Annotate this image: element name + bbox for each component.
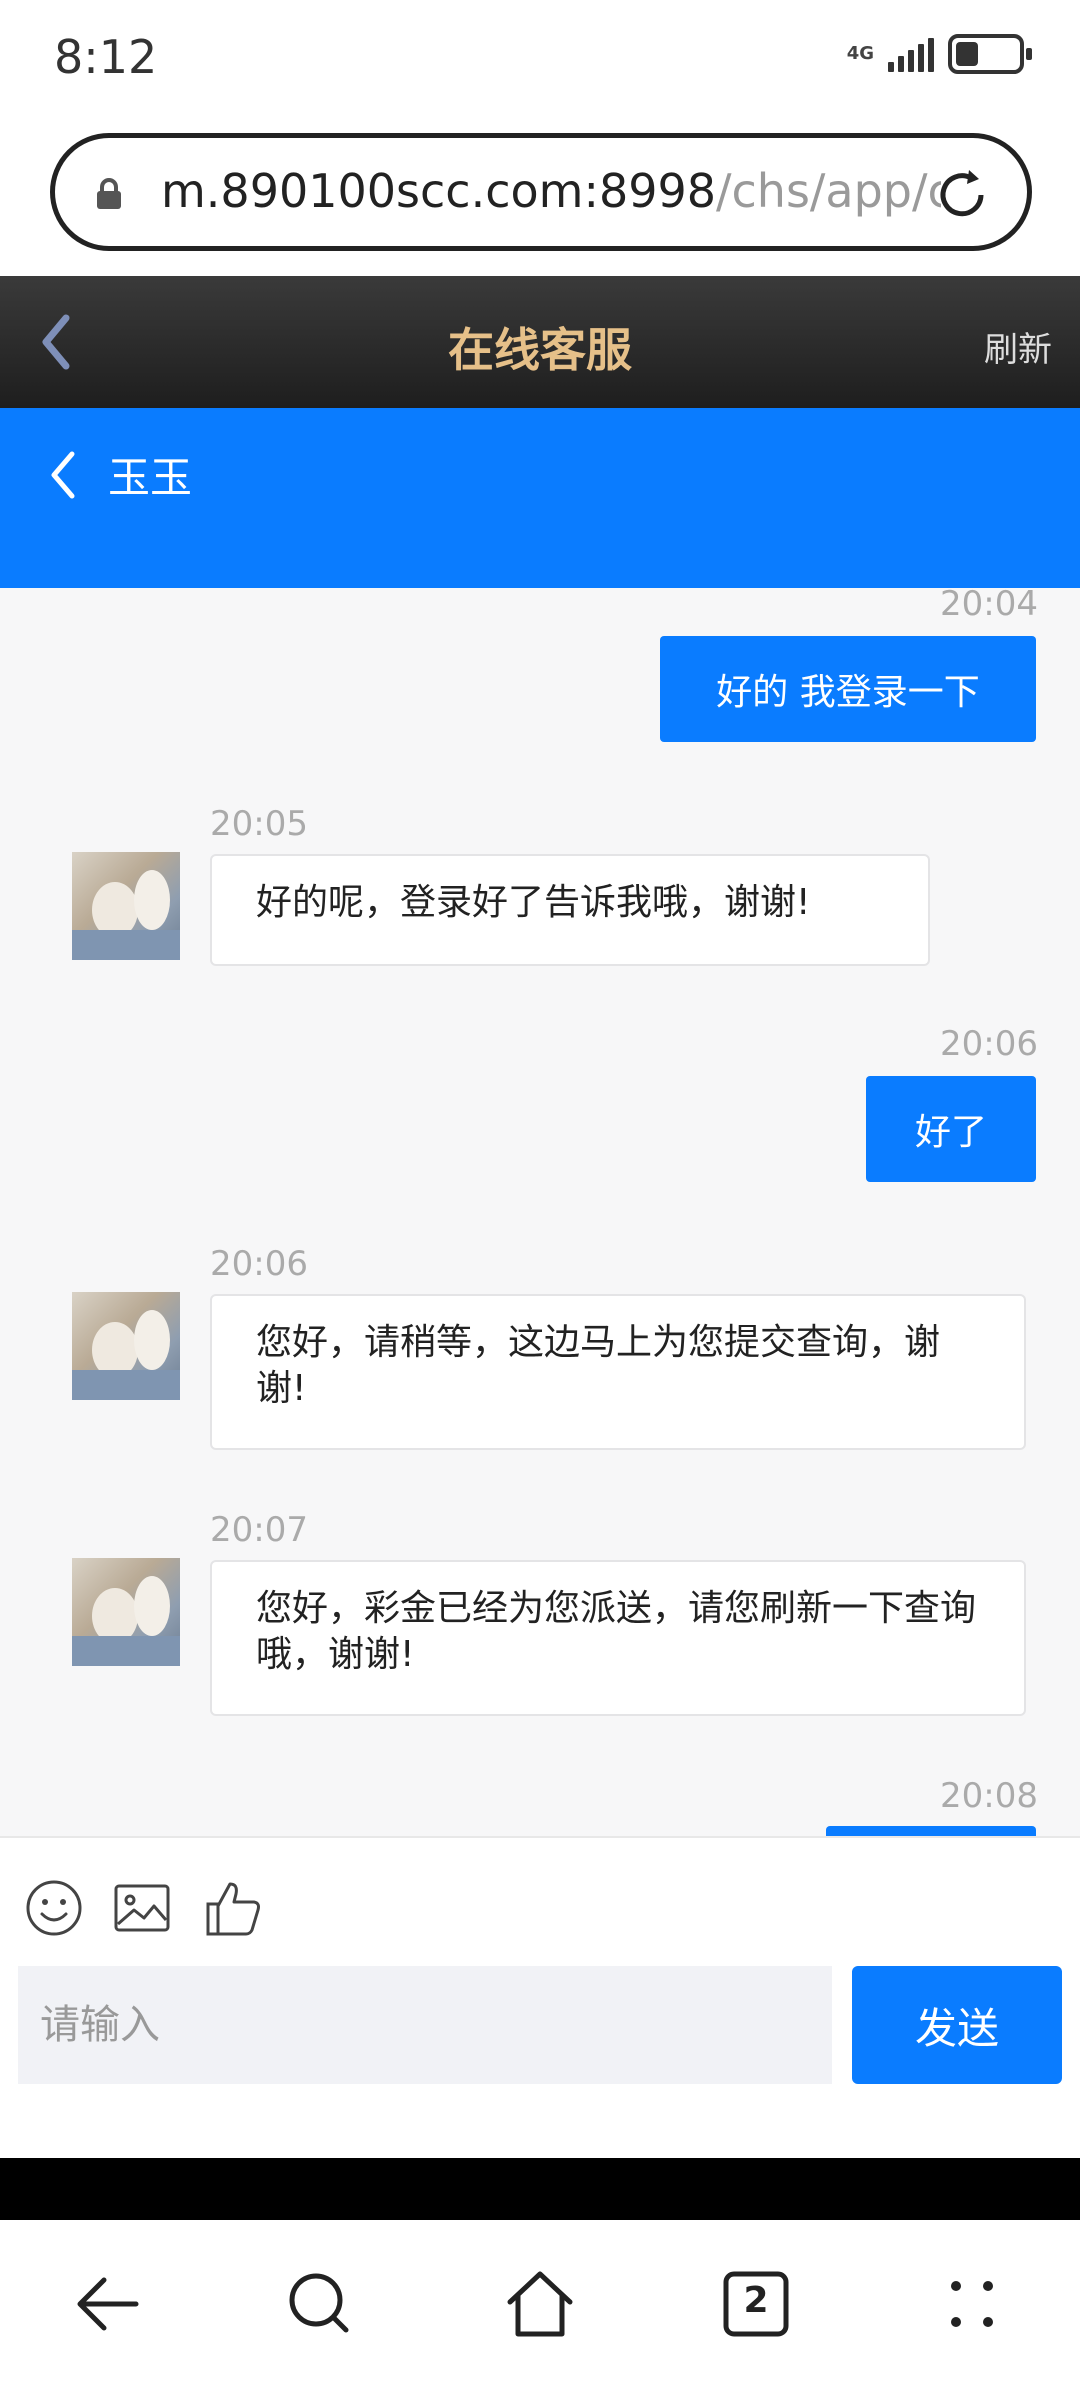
message-time: 20:04 [940,588,1038,624]
avatar [72,1558,180,1666]
outgoing-message: 好的 我登录一下 [660,636,1036,742]
url-path: /chs/app/c [716,164,941,218]
thumbs-up-icon[interactable] [204,1878,264,1938]
home-icon[interactable] [502,2266,578,2342]
composer: 发送 [0,1836,1080,2158]
message-time: 20:06 [210,1244,308,1284]
message-time: 20:08 [940,1776,1038,1816]
lock-icon [97,178,121,209]
network-type-label: 4G [846,43,874,64]
browser-nav-bar: 2 [0,2220,1080,2388]
url-host: m.890100scc.com:8998 [161,164,717,218]
status-time: 8:12 [54,30,158,84]
emoji-icon[interactable] [24,1878,84,1938]
chat-back-icon[interactable] [48,448,78,502]
agent-name: 玉玉 [108,453,193,502]
divider [0,2158,1080,2220]
outgoing-message: 好了 [866,1076,1036,1182]
url-text[interactable]: m.890100scc.com:8998/chs/app/c [161,164,941,218]
chat-header: 玉玉 [0,408,1080,588]
avatar [72,1292,180,1400]
avatar [72,852,180,960]
reload-icon[interactable] [933,166,991,224]
message-time: 20:05 [210,804,308,844]
message-input[interactable] [18,1966,832,2084]
send-button[interactable]: 发送 [852,1966,1062,2084]
signal-icon [888,36,934,72]
status-icons: 4G [846,34,1032,74]
battery-icon [948,34,1032,74]
page-title: 在线客服 [448,323,632,377]
incoming-message: 您好，彩金已经为您派送，请您刷新一下查询哦，谢谢! [210,1560,1026,1716]
refresh-button[interactable]: 刷新 [984,322,1052,371]
outgoing-message [826,1826,1036,1836]
message-time: 20:07 [210,1510,308,1550]
message-list[interactable]: 20:04 好的 我登录一下 20:05 好的呢，登录好了告诉我哦，谢谢! 20… [0,588,1080,1836]
address-bar[interactable]: m.890100scc.com:8998/chs/app/c [50,133,1032,251]
app-header: 在线客服 刷新 [0,276,1080,408]
tabs-button[interactable]: 2 [718,2266,794,2342]
incoming-message: 好的呢，登录好了告诉我哦，谢谢! [210,854,930,966]
menu-icon[interactable] [934,2266,1010,2342]
back-arrow-icon[interactable] [70,2266,146,2342]
status-bar: 8:12 4G [0,0,1080,120]
search-icon[interactable] [282,2266,358,2342]
image-icon[interactable] [112,1878,172,1938]
tabs-count: 2 [743,2280,769,2321]
message-time: 20:06 [940,1024,1038,1064]
incoming-message: 您好，请稍等，这边马上为您提交查询，谢谢! [210,1294,1026,1450]
